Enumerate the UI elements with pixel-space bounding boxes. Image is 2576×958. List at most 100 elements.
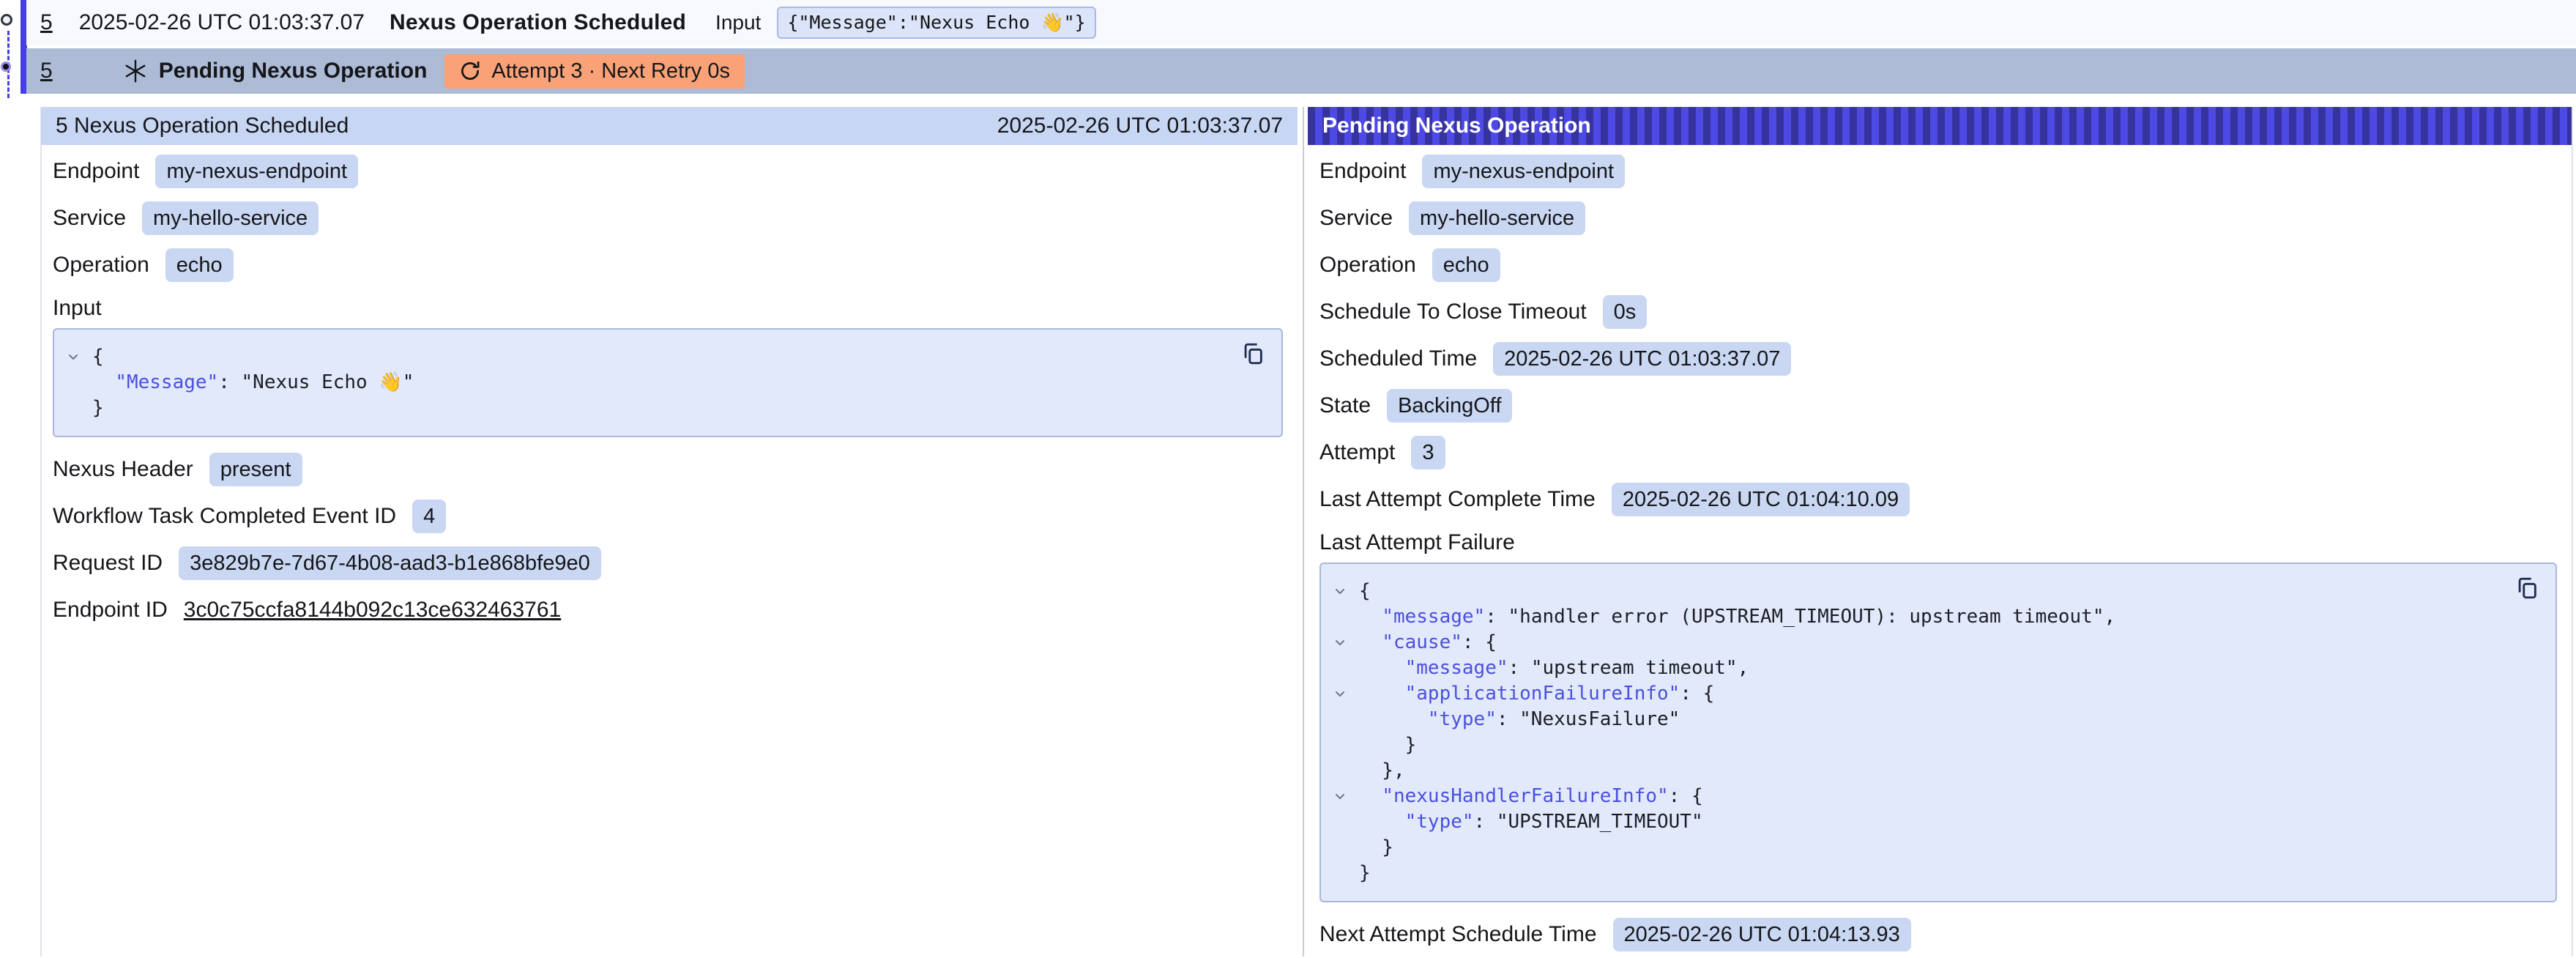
field-value-badge: my-hello-service [142, 201, 319, 235]
json-key: "applicationFailureInfo" [1405, 681, 1680, 707]
detail-field-row: Endpointmy-nexus-endpoint [53, 148, 1283, 195]
field-value-badge: echo [1432, 248, 1500, 282]
chevron-down-icon[interactable] [1333, 790, 1347, 804]
field-label: Endpoint [1319, 159, 1406, 184]
retry-status-badge: Attempt 3 · Next Retry 0s [444, 54, 745, 89]
json-line: } [63, 396, 1230, 421]
json-gutter [1330, 758, 1359, 784]
event-name: Nexus Operation Scheduled [390, 10, 686, 35]
json-text: : "Nexus Echo 👋" [218, 370, 414, 396]
event-input-label: Input [715, 11, 761, 34]
json-collapse-toggle[interactable] [1330, 784, 1359, 809]
json-text: : "UPSTREAM_TIMEOUT" [1474, 809, 1703, 835]
detail-field-row: Attempt3 [1319, 429, 2557, 476]
json-gutter [63, 396, 92, 421]
json-text: { [1359, 579, 1371, 604]
field-label: Service [53, 206, 126, 231]
json-text [1359, 809, 1405, 835]
event-input-preview-badge: {"Message":"Nexus Echo 👋"} [777, 7, 1095, 39]
json-gutter [1330, 809, 1359, 835]
chevron-down-icon[interactable] [1333, 584, 1347, 599]
panel-divider [1303, 107, 1304, 957]
json-collapse-toggle[interactable] [63, 344, 92, 370]
field-value-badge: 2025-02-26 UTC 01:04:10.09 [1612, 483, 1910, 516]
chevron-down-icon[interactable] [66, 350, 81, 365]
input-json-viewer: { "Message": "Nexus Echo 👋"} [53, 328, 1283, 437]
field-value-badge: present [209, 453, 302, 486]
field-label: Workflow Task Completed Event ID [53, 504, 396, 529]
json-gutter [1330, 861, 1359, 886]
detail-field-row: Last Attempt Complete Time2025-02-26 UTC… [1319, 476, 2557, 523]
event-details-title: 5 Nexus Operation Scheduled [56, 114, 349, 138]
json-text [1359, 707, 1428, 732]
chevron-down-icon[interactable] [1333, 636, 1347, 650]
json-line: } [1330, 732, 2504, 758]
field-value-badge: my-nexus-endpoint [155, 155, 358, 188]
copy-icon [1240, 341, 1265, 366]
field-label: Operation [1319, 253, 1416, 278]
input-json-lines: { "Message": "Nexus Echo 👋"} [63, 344, 1230, 421]
pending-operation-row[interactable]: 5 Pending Nexus Operation Attempt 3 · Ne… [26, 48, 2576, 94]
field-label: Schedule To Close Timeout [1319, 300, 1587, 324]
failure-section-label: Last Attempt Failure [1319, 523, 2557, 562]
json-text: }, [1359, 758, 1405, 784]
pending-id-link[interactable]: 5 [40, 59, 53, 83]
pending-operation-header-title: Pending Nexus Operation [1322, 114, 1591, 138]
json-text: : { [1462, 630, 1497, 656]
json-line: }, [1330, 758, 2504, 784]
json-key: "cause" [1382, 630, 1462, 656]
retry-text: Attempt 3 · Next Retry 0s [491, 59, 730, 83]
json-text [1359, 630, 1382, 656]
json-key: "Message" [115, 370, 218, 396]
event-id-link[interactable]: 5 [40, 10, 53, 35]
json-key: "message" [1382, 604, 1485, 630]
json-collapse-toggle[interactable] [1330, 579, 1359, 604]
json-key: "nexusHandlerFailureInfo" [1382, 784, 1668, 809]
copy-input-button[interactable] [1240, 341, 1265, 366]
json-text: : "upstream timeout", [1508, 656, 1749, 681]
pending-operation-title: Pending Nexus Operation [159, 59, 428, 83]
copy-failure-button[interactable] [2514, 576, 2539, 601]
pending-operation-panel: Pending Nexus Operation Endpointmy-nexus… [1308, 107, 2572, 958]
json-gutter [1330, 604, 1359, 630]
json-collapse-toggle[interactable] [1330, 681, 1359, 707]
pending-operation-fields-extra: Next Attempt Schedule Time2025-02-26 UTC… [1319, 911, 2557, 958]
json-gutter [1330, 732, 1359, 758]
field-value-badge: 0s [1603, 295, 1648, 329]
field-label: Service [1319, 206, 1393, 231]
json-line: { [63, 344, 1230, 370]
field-value-badge: 2025-02-26 UTC 01:03:37.07 [1493, 342, 1791, 376]
field-value-badge: echo [165, 248, 234, 282]
json-gutter [1330, 835, 1359, 861]
field-label: Endpoint ID [53, 598, 168, 623]
json-text [92, 370, 115, 396]
json-text: : "handler error (UPSTREAM_TIMEOUT): ups… [1485, 604, 2115, 630]
event-timestamp: 2025-02-26 UTC 01:03:37.07 [79, 10, 365, 35]
detail-field-row: Scheduled Time2025-02-26 UTC 01:03:37.07 [1319, 335, 2557, 382]
event-details-fields: Endpointmy-nexus-endpoint Service my-hello… [53, 148, 1283, 289]
pending-operation-header: Pending Nexus Operation [1308, 107, 2572, 145]
json-text: { [92, 344, 104, 370]
chevron-down-icon[interactable] [1333, 687, 1347, 702]
event-row-scheduled[interactable]: 5 2025-02-26 UTC 01:03:37.07 Nexus Opera… [26, 0, 2576, 45]
field-value-badge: 4 [412, 500, 446, 533]
json-key: "type" [1405, 809, 1474, 835]
event-details-header: 5 Nexus Operation Scheduled 2025-02-26 U… [41, 107, 1298, 145]
detail-field-row: Request ID3e829b7e-7d67-4b08-aad3-b1e868… [53, 540, 1283, 587]
field-value-link[interactable]: 3c0c75ccfa8144b092c13ce632463761 [184, 598, 561, 623]
json-gutter [1330, 707, 1359, 732]
field-value-badge: BackingOff [1387, 389, 1512, 423]
timeline-node-open-icon [1, 14, 12, 26]
detail-field-row: Servicemy-hello-service [1319, 195, 2557, 242]
json-line: "cause": { [1330, 630, 2504, 656]
json-key: "type" [1428, 707, 1497, 732]
json-collapse-toggle[interactable] [1330, 630, 1359, 656]
field-label: Attempt [1319, 440, 1395, 465]
copy-icon [2514, 576, 2539, 601]
json-text [1359, 681, 1405, 707]
event-details-panel: 5 Nexus Operation Scheduled 2025-02-26 U… [41, 107, 1298, 634]
json-text: } [1359, 835, 1393, 861]
json-text: : { [1680, 681, 1714, 707]
details-right-border [2572, 107, 2573, 957]
event-details-fields-extra: Nexus HeaderpresentWorkflow Task Complet… [53, 446, 1283, 634]
